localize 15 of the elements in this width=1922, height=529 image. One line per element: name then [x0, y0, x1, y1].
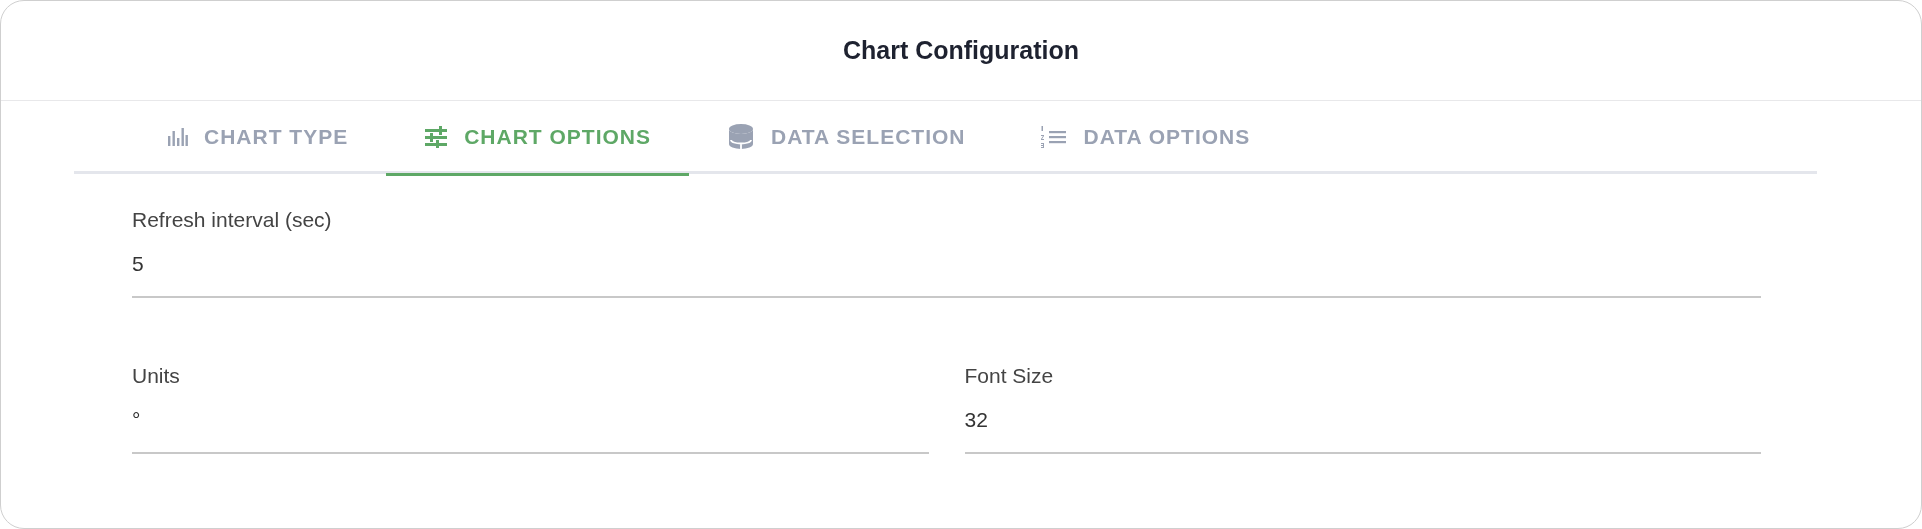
tab[interactable]: CHART TYPE: [128, 101, 387, 176]
field-label: Units: [132, 364, 181, 388]
input-field[interactable]: °: [132, 398, 929, 454]
input-field[interactable]: 5: [132, 242, 1761, 298]
input-field[interactable]: 32: [964, 398, 1761, 454]
database-icon: [727, 123, 756, 151]
tab[interactable]: DATA SELECTION: [689, 101, 1004, 176]
dialog-title: Chart Configuration: [842, 36, 1080, 65]
sliders-icon: [424, 126, 449, 148]
tab[interactable]: DATA OPTIONS: [1003, 101, 1289, 176]
field-label: Refresh interval (sec): [132, 208, 333, 232]
tab[interactable]: CHART OPTIONS: [386, 101, 690, 176]
bar-chart-icon: [166, 126, 188, 148]
field-label: Font Size: [964, 364, 1055, 388]
numbered-list-icon: [1041, 125, 1068, 149]
